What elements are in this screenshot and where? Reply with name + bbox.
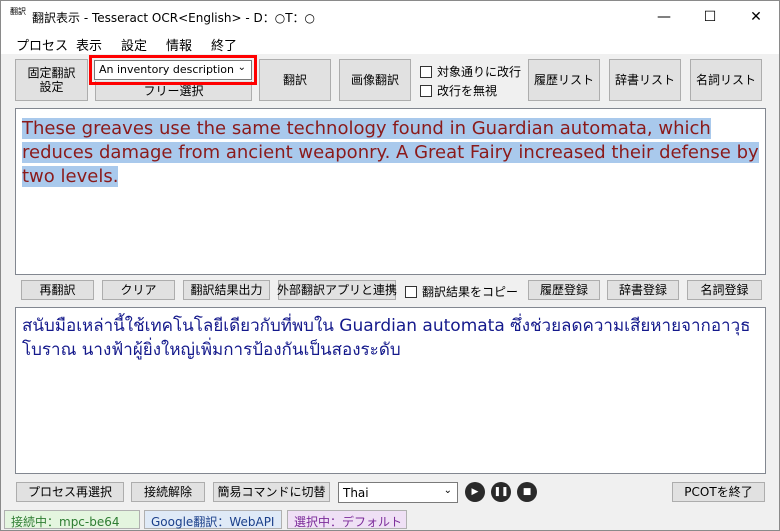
status-engine-text: Google翻訳：WebAPI	[151, 515, 275, 529]
checkbox-box[interactable]	[405, 285, 417, 298]
dropdown-value: An inventory description	[99, 63, 235, 76]
noun-list-button[interactable]: 名詞リスト	[690, 59, 762, 101]
ignore-newline-checkbox[interactable]: 改行を無視	[420, 82, 497, 99]
free-select-label: フリー選択	[143, 83, 204, 98]
translated-text: สนับมือเหล่านี้ใช้เทคโนโลยีเดียวกับที่พบ…	[22, 316, 751, 360]
history-register-label: 履歴登録	[539, 283, 588, 297]
linebreak-checkbox-label: 対象通りに改行	[437, 65, 522, 79]
retranslate-label: 再翻訳	[39, 283, 76, 297]
translate-label: 翻訳	[282, 73, 307, 87]
pause-button[interactable]: ❚❚	[491, 482, 511, 502]
maximize-button[interactable]: ☐	[687, 1, 733, 32]
noun-list-label: 名詞リスト	[695, 73, 756, 87]
close-button[interactable]: ✕	[733, 1, 779, 32]
history-list-button[interactable]: 履歴リスト	[528, 59, 600, 101]
noun-register-button[interactable]: 名詞登録	[687, 280, 762, 300]
image-translate-label: 画像翻訳	[350, 73, 399, 87]
maximize-icon: ☐	[703, 8, 717, 25]
menu-settings[interactable]: 設定	[121, 35, 147, 54]
dictionary-list-label: 辞書リスト	[614, 73, 675, 87]
copy-result-checkbox[interactable]: 翻訳結果をコピー	[405, 283, 518, 300]
noun-register-label: 名詞登録	[700, 283, 749, 297]
checkbox-box[interactable]	[420, 65, 432, 78]
app-icon-glyph-1: 翻	[10, 7, 18, 16]
app-window: 翻訳 翻訳表示 - Tesseract OCR<English> - D：○T：…	[0, 0, 780, 531]
minimize-button[interactable]: —	[641, 1, 687, 32]
simple-command-button[interactable]: 簡易コマンドに切替	[213, 482, 330, 502]
minimize-icon: —	[657, 8, 671, 25]
chevron-down-icon: ⌄	[443, 485, 452, 496]
history-register-button[interactable]: 履歴登録	[528, 280, 600, 300]
external-app-label: 外部翻訳アプリと連携	[277, 283, 398, 297]
app-icon: 翻訳	[9, 8, 27, 26]
dictionary-list-button[interactable]: 辞書リスト	[609, 59, 681, 101]
external-app-button[interactable]: 外部翻訳アプリと連携	[277, 280, 398, 300]
checkbox-box[interactable]	[420, 84, 432, 97]
translate-button[interactable]: 翻訳	[259, 59, 331, 101]
status-connection: 接続中：mpc-be64	[4, 510, 140, 529]
play-button[interactable]: ▶	[465, 482, 485, 502]
title-bar: 翻訳 翻訳表示 - Tesseract OCR<English> - D：○T：…	[1, 1, 779, 32]
status-engine: Google翻訳：WebAPI	[144, 510, 282, 529]
fixed-translation-label-line1: 固定翻訳	[27, 66, 76, 80]
menu-view[interactable]: 表示	[76, 35, 102, 54]
translated-text-area[interactable]: สนับมือเหล่านี้ใช้เทคโนโลยีเดียวกับที่พบ…	[15, 307, 766, 474]
disconnect-label: 接続解除	[143, 485, 192, 499]
history-list-label: 履歴リスト	[533, 73, 594, 87]
menu-info[interactable]: 情報	[166, 35, 192, 54]
source-text-area[interactable]: These greaves use the same technology fo…	[15, 108, 766, 275]
fixed-translation-settings-button[interactable]: 固定翻訳 設定	[15, 59, 88, 101]
pcot-exit-button[interactable]: PCOTを終了	[672, 482, 765, 502]
status-connection-text: 接続中：mpc-be64	[11, 515, 120, 529]
output-result-button[interactable]: 翻訳結果出力	[183, 280, 270, 300]
dictionary-register-button[interactable]: 辞書登録	[607, 280, 679, 300]
menu-exit[interactable]: 終了	[211, 35, 237, 54]
retranslate-button[interactable]: 再翻訳	[21, 280, 94, 300]
status-selection-text: 選択中：デフォルト	[294, 515, 403, 529]
disconnect-button[interactable]: 接続解除	[131, 482, 205, 502]
source-text-content: These greaves use the same technology fo…	[22, 117, 762, 189]
pcot-exit-label: PCOTを終了	[684, 485, 753, 499]
translation-mode-dropdown[interactable]: An inventory description ⌄	[94, 60, 252, 80]
linebreak-checkbox[interactable]: 対象通りに改行	[420, 63, 521, 80]
output-result-label: 翻訳結果出力	[190, 283, 263, 297]
language-select[interactable]: Thai ⌄	[338, 482, 458, 503]
window-title: 翻訳表示 - Tesseract OCR<English> - D：○T：○	[32, 11, 315, 25]
copy-result-label: 翻訳結果をコピー	[422, 285, 519, 299]
dictionary-register-label: 辞書登録	[618, 283, 667, 297]
simple-command-label: 簡易コマンドに切替	[217, 485, 326, 499]
play-icon: ▶	[471, 487, 479, 497]
close-icon: ✕	[750, 8, 762, 25]
fixed-translation-label-line2: 設定	[39, 80, 64, 94]
dropdown-highlight: An inventory description ⌄	[89, 55, 257, 85]
clear-label: クリア	[120, 283, 157, 297]
stop-icon: ■	[522, 487, 532, 497]
clear-button[interactable]: クリア	[102, 280, 175, 300]
pause-icon: ❚❚	[493, 487, 509, 497]
ignore-newline-checkbox-label: 改行を無視	[437, 84, 498, 98]
process-reselect-label: プロセス再選択	[27, 485, 112, 499]
image-translate-button[interactable]: 画像翻訳	[339, 59, 411, 101]
menu-bar: プロセス 表示 設定 情報 終了	[1, 32, 779, 54]
source-text: These greaves use the same technology fo…	[22, 118, 759, 187]
chevron-down-icon: ⌄	[237, 62, 246, 73]
app-icon-glyph-2: 訳	[18, 7, 26, 16]
language-value: Thai	[343, 486, 369, 500]
process-reselect-button[interactable]: プロセス再選択	[16, 482, 124, 502]
status-selection: 選択中：デフォルト	[287, 510, 407, 529]
menu-process[interactable]: プロセス	[16, 35, 68, 54]
stop-button[interactable]: ■	[517, 482, 537, 502]
